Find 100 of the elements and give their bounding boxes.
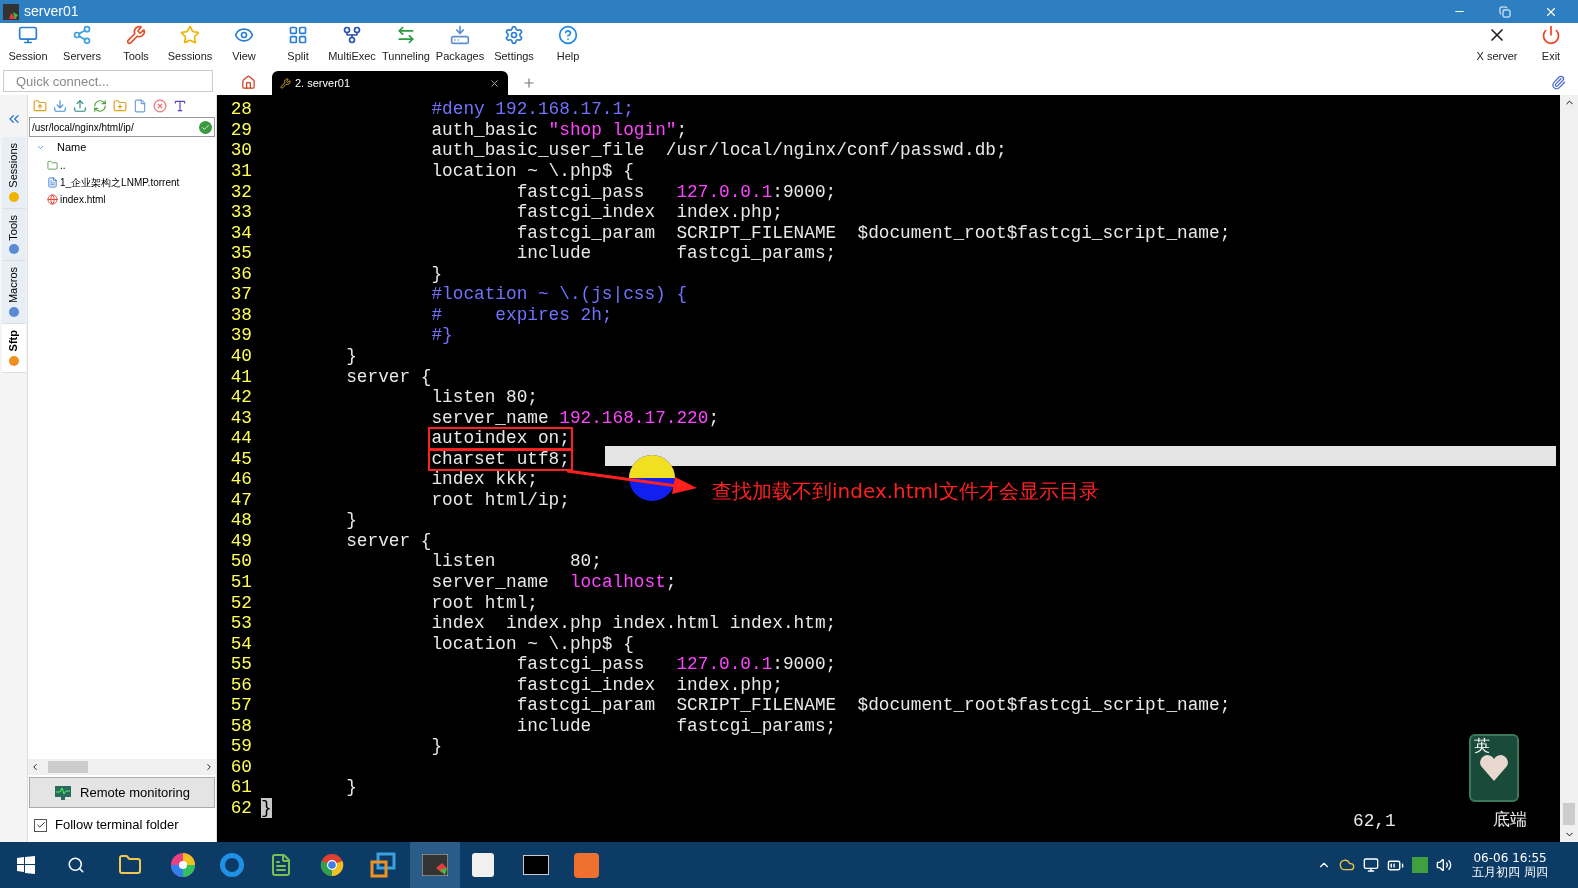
ime-badge[interactable]: 英	[1469, 734, 1519, 802]
line-number: 61	[229, 779, 252, 798]
download-icon[interactable]	[53, 99, 67, 113]
annotation-text: 查找加载不到index.html文件才会显示目录	[712, 481, 1099, 501]
code-line: index index.php index.html index.htm;	[431, 615, 837, 633]
search-icon[interactable]	[67, 856, 85, 874]
folder-icon	[47, 160, 58, 171]
volume-icon[interactable]	[1436, 857, 1453, 873]
code-line: fastcgi_param SCRIPT_FILENAME $document_root$fastcgi_script_name;	[516, 224, 1231, 243]
follow-checkbox[interactable]	[34, 818, 47, 832]
toolbar-button[interactable]: Session	[1, 25, 55, 65]
line-number: 45	[229, 450, 252, 469]
scrollbar-thumb[interactable]	[48, 761, 88, 773]
upload-icon[interactable]	[73, 99, 87, 113]
clock[interactable]: 06-06 16:55 五月初四 周四	[1472, 851, 1548, 879]
line-number: 50	[229, 553, 252, 572]
side-tab[interactable]: Tools	[1, 208, 26, 262]
scroll-left-icon[interactable]	[30, 762, 40, 772]
toolbar-button[interactable]: Settings	[487, 25, 541, 65]
toolbar-button[interactable]: Tools	[109, 25, 163, 65]
file-item[interactable]: 1_企业架构之LNMP.torrent	[28, 174, 216, 191]
home-tab-icon[interactable]	[241, 75, 256, 90]
code-line: }	[346, 347, 357, 366]
line-number: 28	[229, 101, 252, 120]
line-number: 41	[229, 368, 252, 387]
code-line: location ~ \.php$ {	[431, 635, 634, 654]
toolbar-button[interactable]: Packages	[433, 25, 487, 65]
quick-connect-field[interactable]: Quick connect...	[3, 70, 213, 92]
toolbar-button[interactable]: Exit	[1524, 25, 1578, 65]
editor-icon[interactable]	[269, 853, 293, 877]
terminal-icon[interactable]	[523, 855, 549, 875]
cursor-position: 62,1	[1353, 813, 1396, 831]
file-item[interactable]: index.html	[28, 191, 216, 208]
line-number: 31	[229, 163, 252, 181]
pinwheel-icon[interactable]	[170, 852, 196, 878]
active-taskbar-item[interactable]	[410, 842, 460, 888]
line-number: 37	[229, 286, 252, 305]
globe-icon	[47, 194, 58, 205]
star-icon	[180, 25, 200, 46]
fork-icon	[342, 25, 362, 46]
line-number: 47	[229, 491, 252, 510]
scrollbar-thumb[interactable]	[1563, 803, 1575, 825]
line-number: 44	[229, 430, 252, 448]
column-header[interactable]: Name	[57, 138, 87, 156]
line-number: 39	[229, 327, 252, 346]
remote-monitoring-button[interactable]: Remote monitoring	[29, 777, 215, 808]
folder-icon[interactable]	[118, 853, 142, 877]
scroll-right-icon[interactable]	[204, 762, 214, 772]
toolbar-button[interactable]: X server	[1470, 25, 1524, 65]
pdf-icon[interactable]	[574, 852, 599, 878]
vertical-scrollbar[interactable]	[1560, 95, 1578, 842]
side-tab[interactable]: Sessions	[1, 137, 26, 209]
toolbar-button[interactable]: Servers	[55, 25, 109, 65]
cloud-icon[interactable]	[1339, 857, 1356, 873]
app-icon	[3, 3, 19, 20]
code-line: location ~ \.php$ {	[431, 163, 634, 181]
code-line: auth_basic_user_file /usr/local/nginx/conf/passwd.db;	[431, 142, 1007, 161]
rename-icon[interactable]	[173, 99, 187, 113]
side-tab[interactable]: Sftp	[1, 324, 26, 373]
toolbar-button[interactable]: View	[217, 25, 271, 65]
side-tab[interactable]: Macros	[1, 261, 26, 325]
line-number: 46	[229, 471, 252, 489]
windows-start-icon[interactable]	[17, 856, 35, 874]
restore-icon[interactable]	[1499, 5, 1511, 18]
session-tab[interactable]: 2. server01	[272, 71, 508, 95]
monitor-icon	[18, 25, 38, 46]
line-number: 30	[229, 142, 252, 161]
toolbar-button[interactable]: Tunneling	[379, 25, 433, 65]
chrome-icon[interactable]	[320, 853, 344, 877]
wrench-icon	[126, 25, 146, 46]
line-number: 35	[229, 245, 252, 263]
line-number: 43	[229, 409, 252, 428]
browser-icon[interactable]	[220, 853, 244, 877]
toolbar-button[interactable]: Sessions	[163, 25, 217, 65]
line-number: 58	[229, 717, 252, 736]
code-line: # expires 2h;	[431, 306, 613, 325]
new-file-icon[interactable]	[133, 99, 147, 113]
horizontal-scrollbar[interactable]	[28, 759, 216, 775]
delete-icon[interactable]	[153, 99, 167, 113]
network-icon[interactable]	[1363, 857, 1380, 873]
line-number: 57	[229, 697, 252, 715]
arrows-icon	[396, 25, 416, 46]
code-line: #location ~ \.(js|css) {	[431, 286, 688, 305]
toolbar-button[interactable]: MultiExec	[325, 25, 379, 65]
file-item[interactable]: ..	[28, 157, 216, 174]
path-field[interactable]: /usr/local/nginx/html/ip/	[29, 117, 215, 137]
toolbar-button[interactable]: Split	[271, 25, 325, 65]
paperclip-icon[interactable]	[1551, 75, 1566, 90]
close-tab-icon[interactable]	[489, 77, 500, 89]
toolbar-button[interactable]: Help	[541, 25, 595, 65]
heart-icon	[1479, 754, 1509, 782]
line-number: 42	[229, 389, 252, 407]
code-line: root html;	[431, 594, 538, 613]
line-number: 56	[229, 676, 252, 695]
refresh-icon[interactable]	[93, 99, 107, 113]
terminal[interactable]	[217, 95, 1560, 842]
window-title: server01	[24, 2, 79, 21]
file-icon	[47, 177, 58, 188]
line-number: 53	[229, 615, 252, 633]
line-number: 51	[229, 573, 252, 592]
